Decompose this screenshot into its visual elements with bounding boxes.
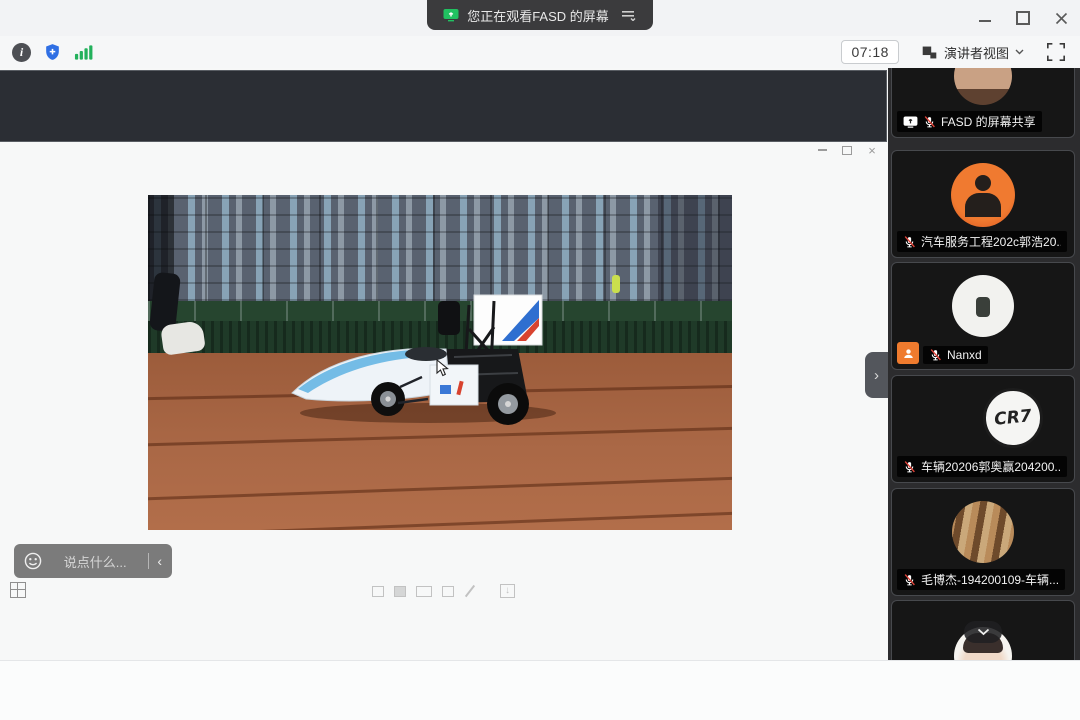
avatar bbox=[954, 68, 1012, 105]
title-bar: 您正在观看FASD 的屏幕 bbox=[0, 0, 1080, 36]
participant-label: 车辆20206郭奥赢204200... bbox=[897, 456, 1067, 477]
member-role-badge bbox=[897, 342, 919, 364]
shared-window-controls: × bbox=[816, 144, 878, 156]
participants-sidebar: FASD 的屏幕共享 汽车服务工程202c郭浩20... bbox=[888, 68, 1080, 660]
night-building-backdrop bbox=[148, 195, 732, 301]
annotation-tool-icon[interactable] bbox=[372, 586, 384, 597]
window-maximize-button[interactable] bbox=[1016, 11, 1030, 25]
avatar bbox=[952, 275, 1014, 337]
window-controls bbox=[978, 0, 1068, 36]
screen-share-indicator-icon bbox=[443, 8, 459, 22]
quick-chat-bar[interactable]: 说点什么... ‹ bbox=[14, 544, 172, 578]
shared-minimize-icon[interactable] bbox=[816, 144, 828, 156]
building-shadow bbox=[658, 195, 732, 301]
annotation-tool-icon[interactable] bbox=[416, 586, 432, 597]
shared-screen-area: × bbox=[0, 68, 888, 660]
participant-tile[interactable]: Nanxd bbox=[891, 262, 1075, 370]
mic-muted-icon bbox=[903, 460, 916, 474]
download-icon[interactable]: ↓ bbox=[500, 584, 515, 598]
layout-icon bbox=[921, 44, 938, 61]
participant-label: 毛博杰-194200109-车辆... bbox=[897, 569, 1065, 590]
fullscreen-icon[interactable] bbox=[1046, 42, 1066, 62]
screen-share-icon bbox=[903, 116, 918, 128]
mic-muted-icon bbox=[903, 573, 916, 587]
pen-tool-icon[interactable] bbox=[464, 585, 476, 597]
white-bag bbox=[160, 320, 206, 356]
participant-name: 毛博杰-194200109-车辆... bbox=[921, 571, 1059, 588]
participant-tile[interactable] bbox=[891, 600, 1075, 660]
chat-collapse-icon[interactable]: ‹ bbox=[157, 554, 162, 568]
divider bbox=[148, 553, 149, 569]
participant-name: 车辆20206郭奥赢204200... bbox=[921, 458, 1061, 475]
participant-tile[interactable]: FASD 的屏幕共享 bbox=[891, 68, 1075, 138]
participant-label: 汽车服务工程202c郭浩20... bbox=[897, 231, 1067, 252]
participant-name: FASD 的屏幕共享 bbox=[941, 113, 1036, 130]
participant-tile[interactable]: CR7 车辆20206郭奥赢204200... bbox=[891, 375, 1075, 483]
sidebar-collapse-button[interactable] bbox=[964, 621, 1002, 643]
shared-screen-top-strip bbox=[0, 70, 887, 142]
participant-name: Nanxd bbox=[947, 348, 982, 362]
mic-muted-icon bbox=[923, 115, 936, 129]
view-mode-label: 演讲者视图 bbox=[944, 43, 1009, 62]
bottom-toolbar: 解除静音 开启视频 共享屏幕 邀请 bbox=[0, 660, 1080, 720]
meeting-toolbar: i 07:18 演讲者视图 bbox=[0, 36, 1080, 68]
avatar: CR7 bbox=[980, 385, 1046, 451]
share-banner[interactable]: 您正在观看FASD 的屏幕 bbox=[427, 0, 653, 30]
sidebar-expand-tab[interactable]: › bbox=[865, 352, 888, 398]
shared-video-frame bbox=[148, 195, 732, 530]
annotation-tool-icon[interactable] bbox=[394, 586, 406, 597]
network-signal-icon[interactable] bbox=[74, 43, 93, 61]
avatar bbox=[952, 501, 1014, 563]
mic-muted-icon bbox=[903, 235, 916, 249]
mouse-cursor bbox=[436, 359, 449, 377]
participant-tile[interactable]: 毛博杰-194200109-车辆... bbox=[891, 488, 1075, 596]
avatar bbox=[951, 163, 1015, 227]
participant-label: Nanxd bbox=[923, 346, 988, 364]
window-minimize-button[interactable] bbox=[978, 11, 992, 25]
distant-person bbox=[612, 275, 620, 293]
shared-restore-icon[interactable] bbox=[841, 144, 853, 156]
emoji-icon[interactable] bbox=[24, 552, 42, 570]
shared-close-icon[interactable]: × bbox=[866, 144, 878, 156]
layout-grid-icon[interactable] bbox=[10, 582, 26, 598]
window-close-button[interactable] bbox=[1054, 11, 1068, 25]
share-banner-title: 您正在观看FASD 的屏幕 bbox=[467, 6, 609, 25]
chat-input-placeholder[interactable]: 说点什么... bbox=[50, 552, 140, 571]
race-car bbox=[288, 291, 580, 429]
meeting-window: 您正在观看FASD 的屏幕 i 07:18 bbox=[0, 0, 1080, 720]
meeting-timer: 07:18 bbox=[841, 40, 899, 64]
mic-muted-icon bbox=[929, 348, 942, 362]
avatar-text: CR7 bbox=[993, 406, 1032, 430]
meeting-info-icon[interactable]: i bbox=[12, 43, 31, 62]
view-mode-switcher[interactable]: 演讲者视图 bbox=[921, 43, 1024, 62]
participant-tile[interactable]: 汽车服务工程202c郭浩20... bbox=[891, 150, 1075, 258]
annotation-tool-icon[interactable] bbox=[442, 586, 454, 597]
participant-name: 汽车服务工程202c郭浩20... bbox=[921, 233, 1061, 250]
chevron-down-icon bbox=[1015, 49, 1024, 55]
participant-label: FASD 的屏幕共享 bbox=[897, 111, 1042, 132]
security-shield-icon[interactable] bbox=[43, 42, 62, 62]
banner-menu-icon[interactable] bbox=[621, 9, 637, 21]
annotation-toolbar: ↓ bbox=[372, 584, 515, 598]
